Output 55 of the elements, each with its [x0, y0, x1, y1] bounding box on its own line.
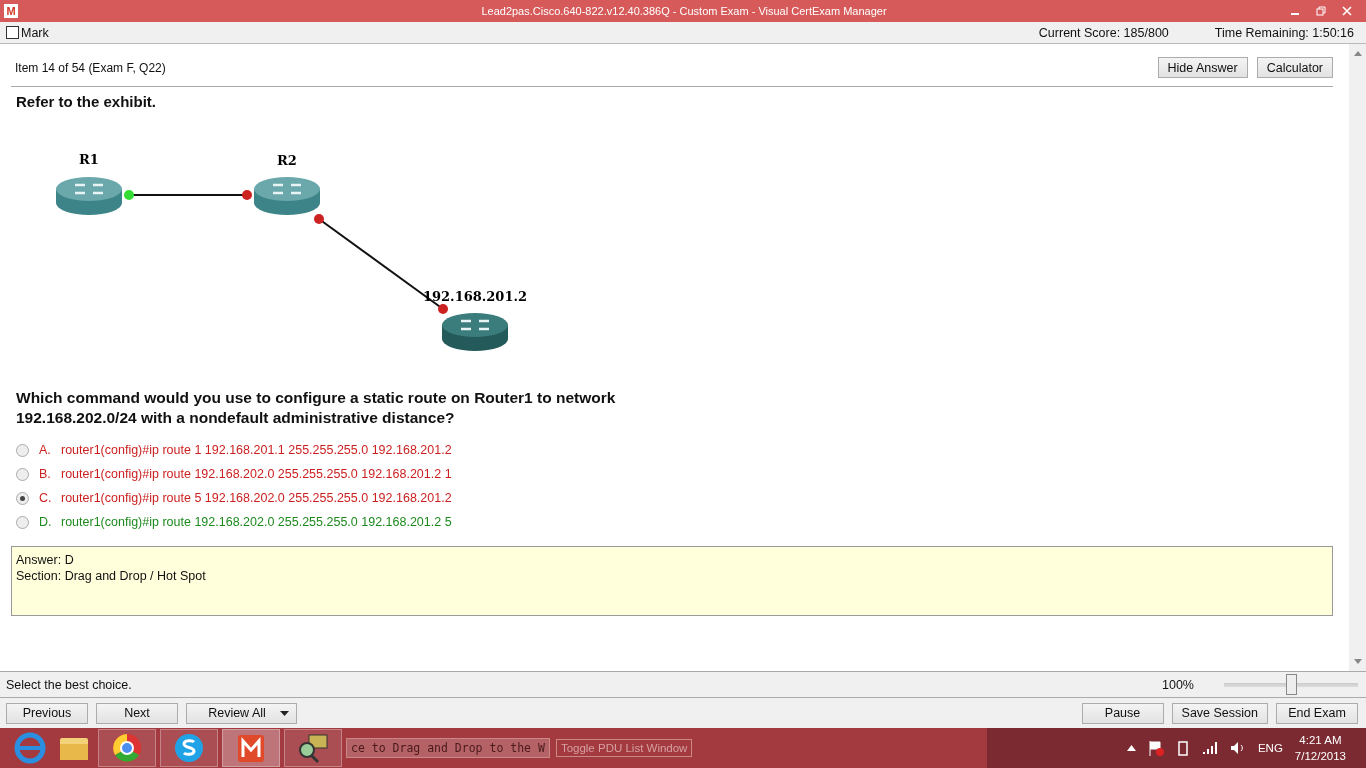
network-diagram-drawing: R1 R2 192.168.201.2	[11, 118, 551, 368]
clock-time[interactable]: 4:21 AM	[1299, 732, 1342, 748]
chrome-icon[interactable]	[98, 729, 156, 767]
mark-checkbox[interactable]	[6, 26, 19, 39]
option-radio[interactable]	[16, 443, 29, 457]
nav-button[interactable]: Next	[96, 702, 178, 724]
option-radio[interactable]	[16, 515, 29, 529]
status-hint: Select the best choice.	[6, 677, 132, 692]
header-button[interactable]: Calculator	[1256, 57, 1333, 78]
option-text: router1(config)#ip route 5 192.168.202.0 255.255.255.0 192.168.201.2	[61, 491, 452, 505]
scroll-up-icon[interactable]	[1353, 50, 1362, 56]
battery-icon[interactable]	[1175, 740, 1190, 756]
app-logo-icon: M	[4, 4, 18, 18]
intro-text: Refer to the exhibit.	[15, 92, 158, 110]
scroll-down-icon[interactable]	[1353, 659, 1362, 665]
review-all-button[interactable]: Review All	[186, 702, 297, 724]
option-letter: D.	[39, 515, 53, 529]
option-text: router1(config)#ip route 1 192.168.201.1 255.255.255.0 192.168.201.2	[61, 443, 452, 457]
option-text: router1(config)#ip route 192.168.202.0 255.255.255.0 192.168.201.2 5	[61, 515, 452, 529]
item-counter: Item 14 of 54 (Exam F, Q22)	[15, 60, 166, 75]
app-m-icon[interactable]	[222, 729, 280, 767]
background-window-text: ce to Drag and Drop to the W	[346, 738, 550, 758]
zoom-percent: 100%	[1162, 677, 1194, 692]
magnifier-envelope-icon[interactable]	[284, 729, 342, 767]
option-letter: A.	[39, 443, 52, 457]
mark-label: Mark	[21, 25, 49, 40]
speaker-icon[interactable]	[1229, 741, 1246, 755]
option-letter: B.	[39, 467, 52, 481]
answer-line: Answer: D	[16, 552, 75, 568]
current-score: Current Score: 185/800	[1038, 25, 1169, 40]
option-radio[interactable]	[16, 467, 29, 481]
caret-icon	[279, 710, 289, 716]
nav-button[interactable]: Save Session	[1171, 702, 1268, 724]
nav-button[interactable]: End Exam	[1276, 702, 1358, 724]
scrollbar[interactable]	[1349, 44, 1366, 671]
option-radio[interactable]	[16, 491, 29, 505]
header-button[interactable]: Hide Answer	[1157, 57, 1248, 78]
option-letter: C.	[39, 491, 53, 505]
option-text: router1(config)#ip route 192.168.202.0 255.255.255.0 192.168.201.2 1	[61, 467, 452, 481]
zoom-slider-thumb[interactable]	[1286, 674, 1297, 695]
restore-icon[interactable]	[1316, 6, 1326, 16]
flag-icon[interactable]	[1147, 740, 1164, 756]
language-indicator[interactable]: ENG	[1257, 742, 1283, 754]
nav-button[interactable]: Previous	[6, 702, 88, 724]
window-title: Lead2pas.Cisco.640-822.v12.40.386Q - Custom Exam - Visual CertExam Manager	[480, 5, 888, 17]
answer-line: Section: Drag and Drop / Hot Spot	[16, 568, 207, 584]
signal-icon[interactable]	[1201, 741, 1218, 755]
nav-button[interactable]: Pause	[1081, 702, 1164, 724]
tray-up-arrow-icon[interactable]	[1126, 745, 1136, 751]
background-window-text: Toggle PDU List Window	[555, 739, 693, 757]
close-icon[interactable]	[1342, 6, 1352, 16]
clock-date[interactable]: 7/12/2013	[1294, 748, 1346, 764]
question-text: Which command would you use to configure a static route on Router1 to network 192.168.202.0/24 with a nondefault administrative distance?	[15, 388, 617, 428]
time-remaining: Time Remaining: 1:50:16	[1214, 25, 1354, 40]
chat-s-icon[interactable]	[160, 729, 218, 767]
